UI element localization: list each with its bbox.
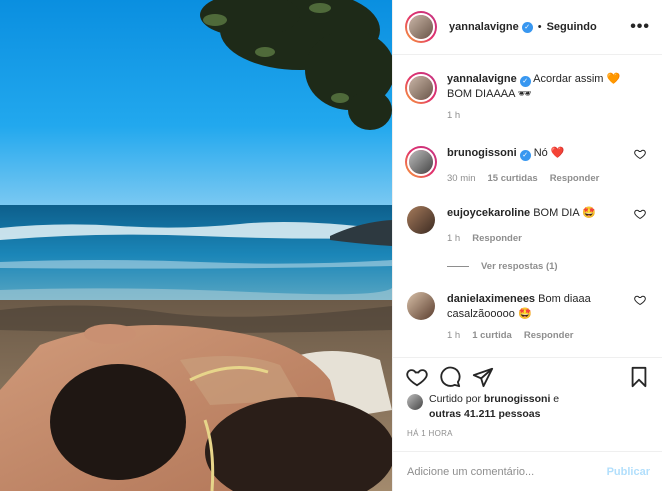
- comment: danielaximenees Bom diaaa casalzãooooo 🤩…: [405, 292, 650, 341]
- comment-text: brunogissoni ✓ Nó ❤️: [447, 146, 628, 161]
- heart-icon[interactable]: [406, 366, 428, 388]
- avatar-photo: [409, 150, 433, 174]
- comment-username[interactable]: brunogissoni: [447, 147, 517, 159]
- commenter-avatar[interactable]: [405, 72, 437, 104]
- view-replies-button[interactable]: Ver respostas (1): [447, 261, 558, 272]
- likes-summary: Curtido por brunogissoni e outras 41.211…: [407, 392, 650, 422]
- beach-photo: [0, 0, 392, 491]
- separator-dot: •: [537, 21, 542, 33]
- avatar-photo: [409, 76, 433, 100]
- comment-meta: 1 h: [447, 110, 650, 121]
- comment: brunogissoni ✓ Nó ❤️ 30 min 15 curtidas R…: [405, 146, 650, 184]
- like-comment-heart-icon[interactable]: [634, 208, 646, 220]
- sunglasses-emoji: 🕶: [517, 88, 532, 100]
- add-comment-bar: Publicar: [393, 451, 662, 491]
- comment-username[interactable]: danielaximenees: [447, 293, 535, 305]
- liked-by-user[interactable]: brunogissoni: [484, 393, 551, 405]
- liked-by-others[interactable]: outras 41.211 pessoas: [429, 408, 541, 420]
- liker-avatar[interactable]: [407, 394, 423, 410]
- verified-badge-icon: ✓: [519, 150, 531, 161]
- share-icon[interactable]: [472, 366, 494, 388]
- author-avatar[interactable]: [405, 11, 437, 43]
- comment-likes[interactable]: 1 curtida: [472, 330, 512, 341]
- more-options-icon[interactable]: •••: [630, 18, 650, 36]
- comment-text: danielaximenees Bom diaaa casalzãooooo 🤩: [447, 292, 628, 322]
- post-side-panel: yannalavigne ✓ • Seguindo ••• yannalavig…: [392, 0, 662, 491]
- star-eyes-emoji: 🤩: [582, 207, 596, 219]
- commenter-avatar[interactable]: [407, 292, 435, 320]
- orange-heart-emoji: 🧡: [606, 73, 621, 85]
- author-username[interactable]: yannalavigne: [449, 21, 519, 33]
- comment-username[interactable]: eujoycekaroline: [447, 207, 530, 219]
- like-comment-heart-icon[interactable]: [634, 294, 646, 306]
- add-comment-input[interactable]: [407, 465, 607, 478]
- commenter-avatar[interactable]: [407, 206, 435, 234]
- red-heart-emoji: ❤️: [550, 147, 565, 159]
- comment-meta: 30 min 15 curtidas Responder: [447, 173, 650, 184]
- comment-time[interactable]: 1 h: [447, 233, 460, 244]
- comment-content: Nó: [533, 147, 548, 159]
- comment-content-line2: BOM DIAAAA: [447, 88, 515, 100]
- post-photo[interactable]: [0, 0, 392, 491]
- reply-button[interactable]: Responder: [550, 173, 600, 184]
- comment-text: yannalavigne ✓ Acordar assim 🧡 BOM DIAAAA…: [447, 72, 628, 102]
- reply-button[interactable]: Responder: [472, 233, 522, 244]
- comments-list: yannalavigne ✓ Acordar assim 🧡 BOM DIAAAA…: [393, 56, 662, 356]
- liked-by-prefix: Curtido por: [429, 393, 481, 405]
- view-replies-label[interactable]: Ver respostas (1): [481, 261, 558, 272]
- action-bar: [393, 357, 662, 388]
- comment-content: BOM DIA: [533, 207, 580, 219]
- comment-meta: 1 h 1 curtida Responder: [447, 330, 650, 341]
- bookmark-icon[interactable]: [628, 366, 650, 388]
- avatar-photo: [407, 292, 435, 320]
- avatar-photo: [407, 206, 435, 234]
- post-header: yannalavigne ✓ • Seguindo •••: [393, 0, 662, 55]
- verified-badge-icon: ✓: [519, 76, 531, 87]
- avatar-photo: [409, 15, 433, 39]
- comment-likes[interactable]: 15 curtidas: [488, 173, 538, 184]
- comment-time[interactable]: 1 h: [447, 330, 460, 341]
- post-time[interactable]: HÁ 1 HORA: [407, 429, 453, 438]
- comment-meta: 1 h Responder: [447, 233, 650, 244]
- reply-button[interactable]: Responder: [524, 330, 574, 341]
- replies-divider: [447, 266, 469, 267]
- comment: eujoycekaroline BOM DIA 🤩 1 h Responder: [405, 206, 650, 244]
- commenter-avatar[interactable]: [405, 146, 437, 178]
- like-comment-heart-icon[interactable]: [634, 148, 646, 160]
- avatar-photo: [407, 394, 423, 410]
- comment-content: Acordar assim: [533, 73, 604, 85]
- comment-time[interactable]: 1 h: [447, 110, 460, 121]
- comment-username[interactable]: yannalavigne: [447, 73, 517, 85]
- comment-text: eujoycekaroline BOM DIA 🤩: [447, 206, 628, 221]
- comment-time[interactable]: 30 min: [447, 173, 476, 184]
- star-eyes-emoji: 🤩: [517, 308, 532, 320]
- post-modal: yannalavigne ✓ • Seguindo ••• yannalavig…: [0, 0, 662, 491]
- publish-button[interactable]: Publicar: [607, 466, 650, 478]
- comment-icon[interactable]: [439, 366, 461, 388]
- caption: yannalavigne ✓ Acordar assim 🧡 BOM DIAAAA…: [405, 72, 650, 121]
- liked-by-connector: e: [553, 393, 560, 405]
- verified-badge-icon: ✓: [521, 21, 533, 33]
- following-button[interactable]: Seguindo: [547, 21, 597, 33]
